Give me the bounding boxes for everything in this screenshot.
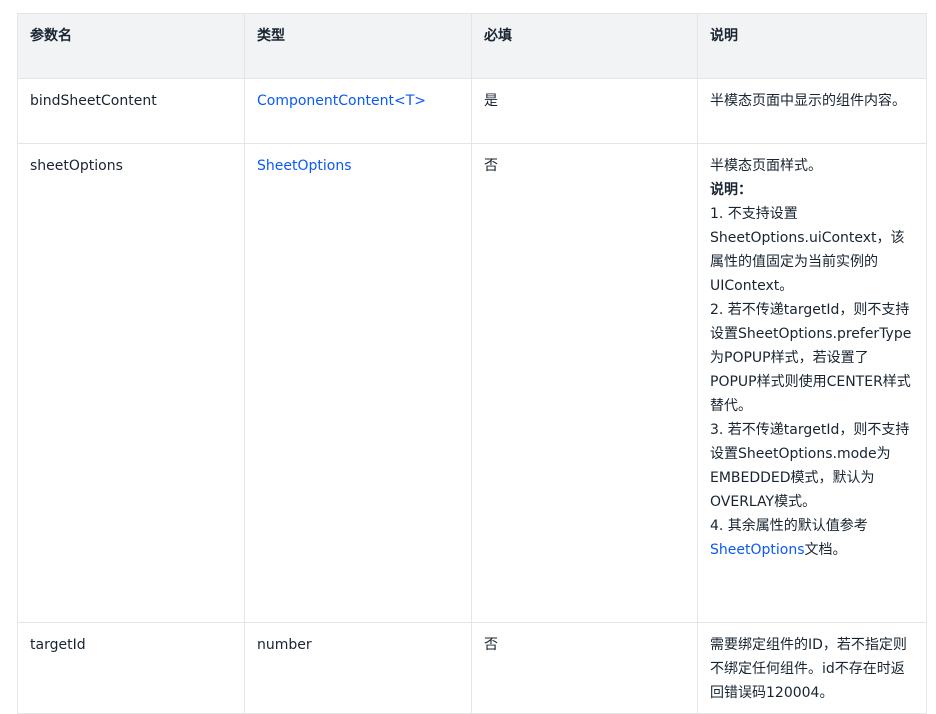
required-cell: 是 [471, 78, 698, 144]
header-required: 必填 [471, 13, 698, 79]
param-name-cell: sheetOptions [17, 143, 245, 623]
note-item-prefix: 4. 其余属性的默认值参考 [710, 518, 868, 534]
type-link[interactable]: SheetOptions [257, 158, 352, 174]
table-row: sheetOptions SheetOptions 否 半模态页面样式。 说明：… [17, 143, 927, 623]
description-cell: 半模态页面样式。 说明： 1. 不支持设置SheetOptions.uiCont… [697, 143, 927, 623]
param-name-cell: bindSheetContent [17, 78, 245, 144]
table-row: targetId number 否 需要绑定组件的ID，若不指定则不绑定任何组件… [17, 622, 927, 714]
header-param-name: 参数名 [17, 13, 245, 79]
header-description: 说明 [697, 13, 927, 79]
params-table: 参数名 类型 必填 说明 bindSheetContent ComponentC… [17, 13, 927, 714]
header-type: 类型 [244, 13, 472, 79]
note-title: 说明： [710, 182, 752, 198]
table-header-row: 参数名 类型 必填 说明 [17, 13, 927, 79]
note-item: 3. 若不传递targetId，则不支持设置SheetOptions.mode为… [710, 422, 910, 510]
description-cell: 需要绑定组件的ID，若不指定则不绑定任何组件。id不存在时返回错误码120004… [697, 622, 927, 714]
note-item: 1. 不支持设置SheetOptions.uiContext，该属性的值固定为当… [710, 206, 905, 294]
note-item-suffix: 文档。 [804, 542, 847, 558]
note-item: 2. 若不传递targetId，则不支持设置SheetOptions.prefe… [710, 302, 912, 414]
table-row: bindSheetContent ComponentContent<T> 是 半… [17, 78, 927, 144]
param-type-cell: ComponentContent<T> [244, 78, 472, 144]
sheet-options-doc-link[interactable]: SheetOptions [710, 542, 805, 558]
param-name-cell: targetId [17, 622, 245, 714]
required-cell: 否 [471, 622, 698, 714]
params-table-container: 参数名 类型 必填 说明 bindSheetContent ComponentC… [17, 13, 927, 714]
param-type-cell: number [244, 622, 472, 714]
note-item: 4. 其余属性的默认值参考 SheetOptions文档。 [710, 514, 914, 562]
required-cell: 否 [471, 143, 698, 623]
description-text: 半模态页面样式。 [710, 158, 822, 174]
description-cell: 半模态页面中显示的组件内容。 [697, 78, 927, 144]
type-link[interactable]: ComponentContent<T> [257, 93, 426, 109]
param-type-cell: SheetOptions [244, 143, 472, 623]
